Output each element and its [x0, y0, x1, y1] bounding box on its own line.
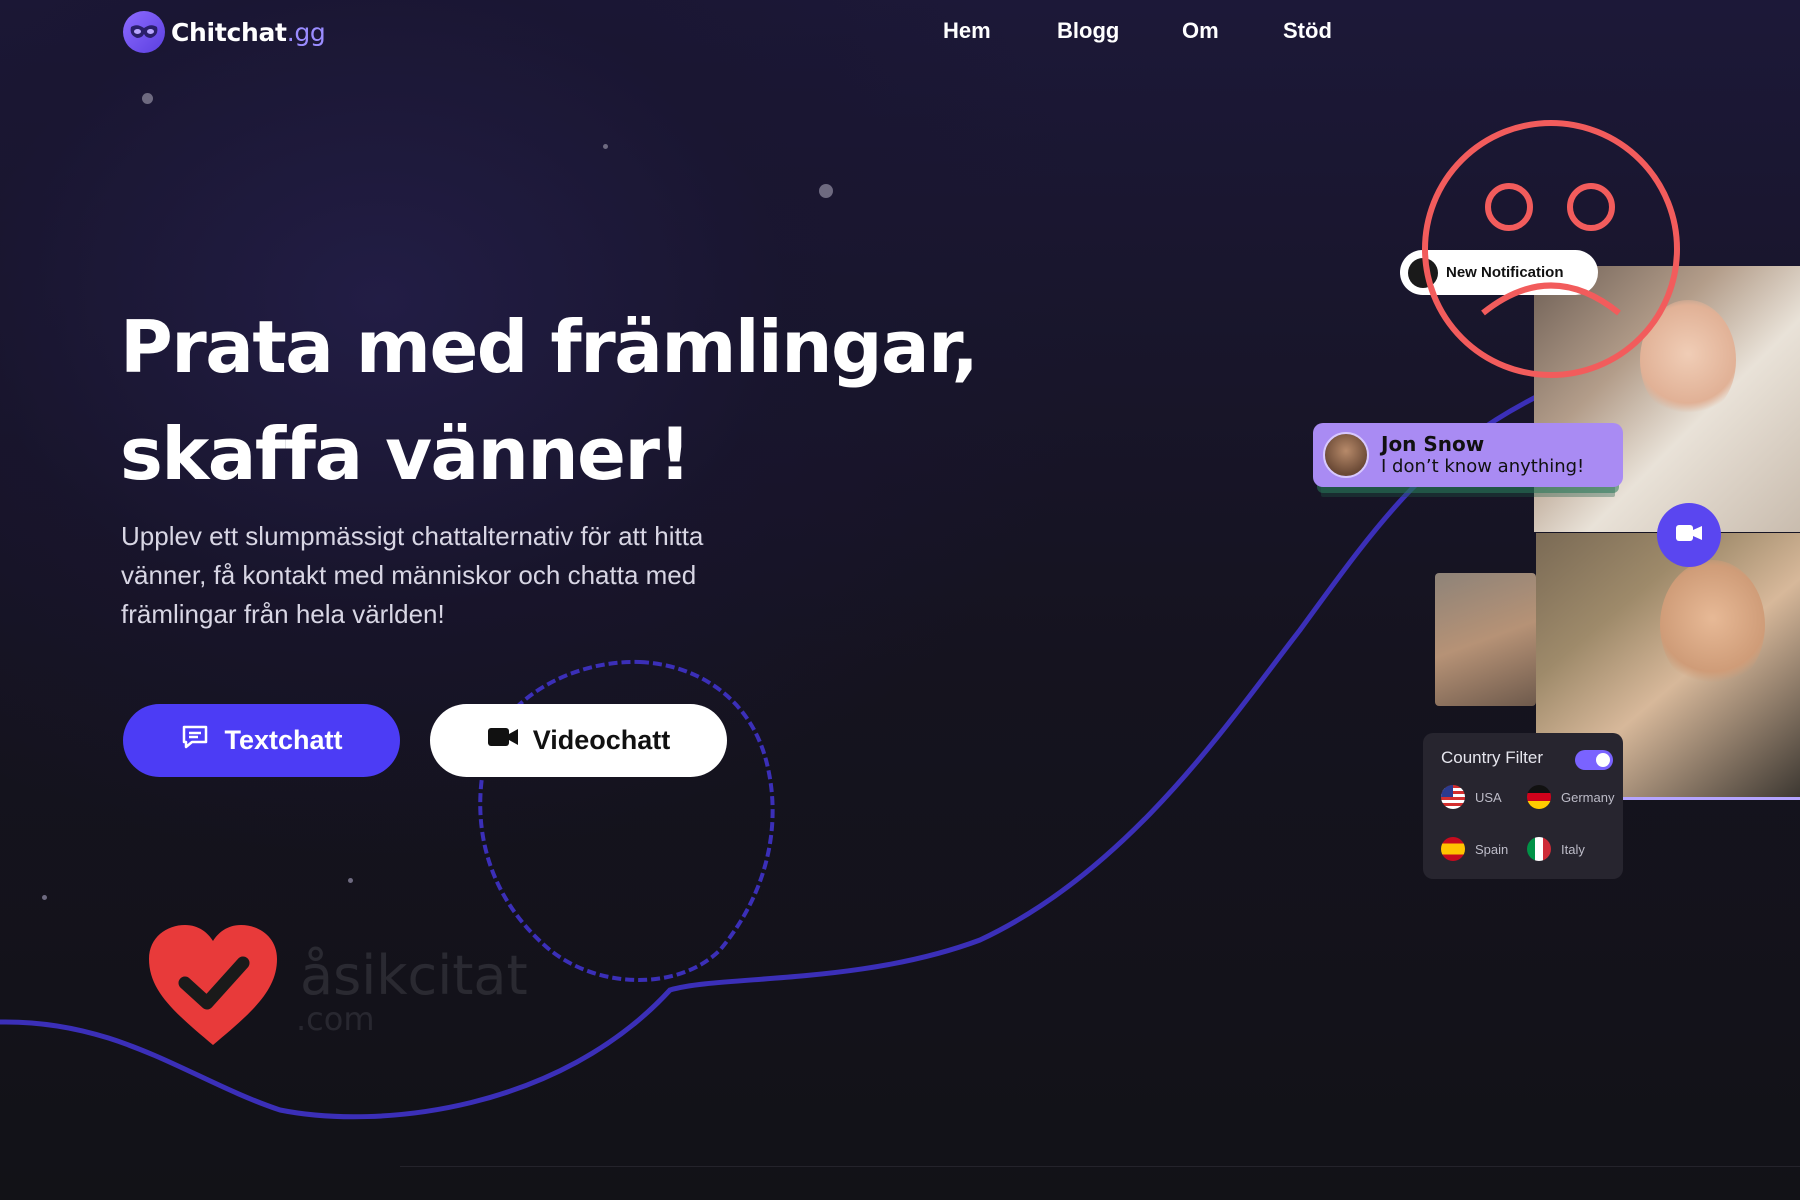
- sad-face-icon: [1422, 120, 1680, 378]
- chat-message-card: Jon Snow I don’t know anything!: [1313, 423, 1623, 487]
- text-chat-button[interactable]: Textchatt: [123, 704, 400, 777]
- hero-headline-line1: Prata med främlingar,: [120, 305, 979, 389]
- country-filter-toggle[interactable]: [1575, 750, 1613, 770]
- mask-icon: [123, 11, 165, 53]
- country-option-spain[interactable]: Spain: [1441, 837, 1508, 861]
- italy-flag-icon: [1527, 837, 1551, 861]
- divider: [400, 1166, 1800, 1167]
- nav-item-om[interactable]: Om: [1182, 18, 1219, 44]
- video-feed-small: [1435, 573, 1536, 706]
- country-label: USA: [1475, 789, 1502, 805]
- hero-subtext: Upplev ett slumpmässigt chattalternativ …: [121, 521, 704, 629]
- chat-bubble-icon: [180, 722, 210, 759]
- country-option-usa[interactable]: USA: [1441, 785, 1502, 809]
- usa-flag-icon: [1441, 785, 1465, 809]
- heart-check-icon: [149, 925, 277, 1045]
- country-filter-title: Country Filter: [1441, 748, 1544, 767]
- country-label: Italy: [1561, 841, 1585, 857]
- video-camera-icon: [487, 725, 519, 756]
- country-label: Spain: [1475, 841, 1509, 857]
- germany-flag-icon: [1527, 785, 1551, 809]
- brand-suffix: .gg: [286, 17, 326, 47]
- country-filter-panel: Country Filter USA Germany Spain Italy: [1423, 733, 1623, 879]
- country-label: Germany: [1561, 789, 1615, 805]
- country-option-italy[interactable]: Italy: [1527, 837, 1585, 861]
- chat-sender-name: Jon Snow: [1381, 431, 1485, 456]
- nav-item-stod[interactable]: Stöd: [1283, 18, 1332, 44]
- brand-name: Chitchat: [171, 17, 287, 47]
- text-chat-label: Textchatt: [224, 725, 343, 755]
- video-chat-label: Videochatt: [532, 725, 671, 755]
- spain-flag-icon: [1441, 837, 1465, 861]
- video-chat-button[interactable]: Videochatt: [430, 704, 727, 777]
- hero-headline: Prata med främlingar, skaffa vänner!: [120, 294, 1020, 508]
- watermark-text: åsikcitat: [300, 944, 528, 1007]
- nav-item-hem[interactable]: Hem: [943, 18, 991, 44]
- hero-headline-line2: skaffa vänner!: [120, 412, 691, 496]
- watermark-sub: .com: [296, 1000, 375, 1038]
- nav-item-blogg[interactable]: Blogg: [1057, 18, 1119, 44]
- brand-logo[interactable]: Chitchat.gg: [123, 11, 326, 53]
- chat-message-text: I don’t know anything!: [1381, 455, 1585, 477]
- avatar: [1323, 432, 1369, 478]
- video-camera-icon: [1675, 523, 1703, 548]
- video-call-button[interactable]: [1657, 503, 1721, 567]
- face-shape: [1660, 560, 1765, 690]
- country-option-germany[interactable]: Germany: [1527, 785, 1614, 809]
